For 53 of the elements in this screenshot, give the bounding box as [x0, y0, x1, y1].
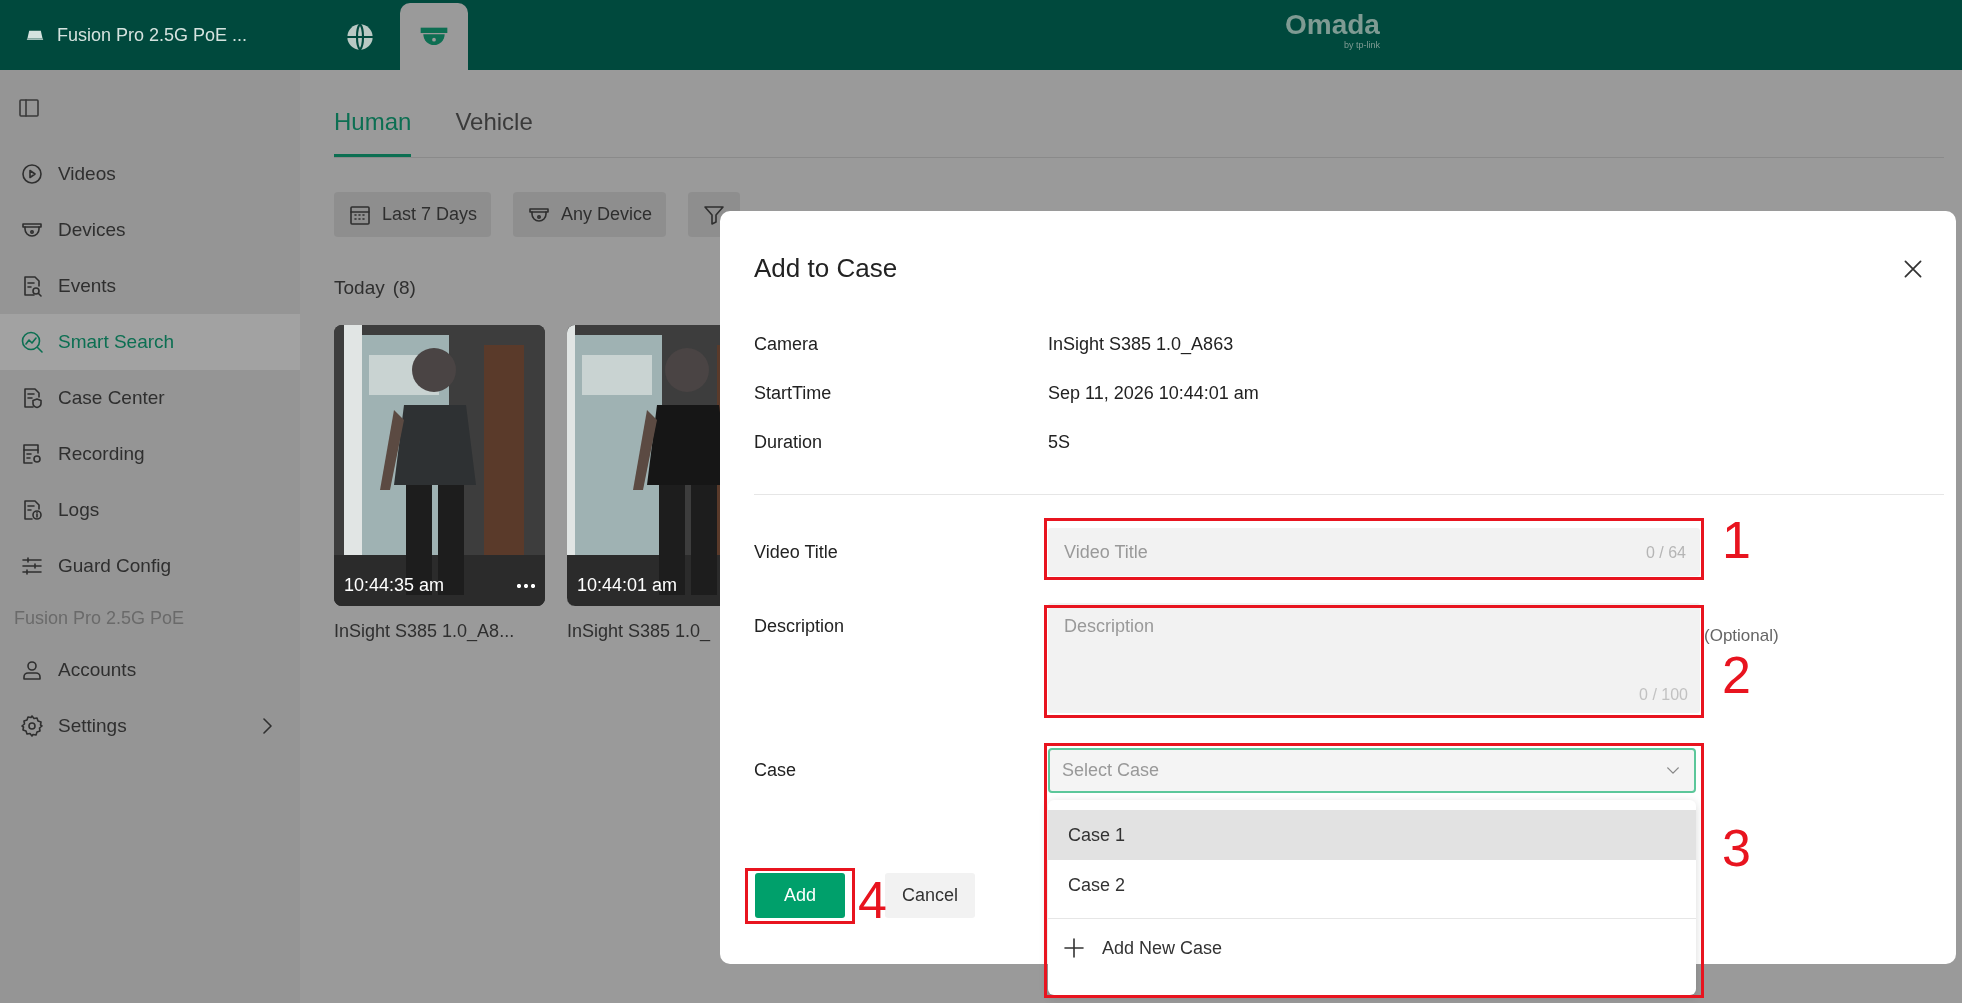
- sliders-icon: [20, 554, 44, 578]
- sidebar-item[interactable]: Settings: [0, 698, 300, 754]
- select-field[interactable]: Select Case: [1048, 748, 1696, 793]
- dropdown-option[interactable]: Case 2: [1048, 860, 1696, 910]
- settings-icon: [20, 714, 44, 738]
- sidebar-item[interactable]: Events: [0, 258, 300, 314]
- cancel-button[interactable]: Cancel: [885, 873, 975, 918]
- annotation-number: 3: [1722, 818, 1751, 878]
- clip-time: 10:44:01 am: [577, 574, 678, 597]
- logo-subtitle: by tp-link: [1343, 40, 1380, 50]
- sidebar-item[interactable]: Recording: [0, 426, 300, 482]
- field-label: Duration: [754, 430, 824, 454]
- field-label: Camera: [754, 332, 820, 356]
- field-value: Sep 11, 2026 10:44:01 am: [1048, 381, 1259, 405]
- sidebar-item[interactable]: Devices: [0, 202, 300, 258]
- sidebar-item[interactable]: Case Center: [0, 370, 300, 426]
- filter-button[interactable]: Any Device: [513, 192, 667, 237]
- field-label: StartTime: [754, 381, 833, 405]
- tab[interactable]: Vehicle: [455, 104, 533, 157]
- sidebar-item[interactable]: Smart Search: [0, 314, 300, 370]
- clip-time: 10:44:35 am: [344, 574, 445, 597]
- dialog-title: Add to Case: [754, 252, 898, 285]
- optional-note: (Optional): [1704, 625, 1779, 647]
- logo: Omada: [1285, 10, 1380, 40]
- dropdown-option[interactable]: Case 1: [1048, 810, 1696, 860]
- group-count: (8): [392, 276, 416, 300]
- sidebar-item[interactable]: Videos: [0, 146, 300, 202]
- clip-name: InSight S385 1.0_: [567, 619, 712, 644]
- group-label: Today: [334, 276, 385, 300]
- field-label: Description: [754, 615, 846, 638]
- add-new-case-button[interactable]: Add New Case: [1048, 919, 1696, 977]
- play-circle-icon: [20, 162, 44, 186]
- device-name[interactable]: Fusion Pro 2.5G PoE ...: [57, 21, 248, 49]
- field-value: 5S: [1048, 430, 1071, 454]
- field-value: InSight S385 1.0_A863: [1048, 332, 1234, 357]
- trend-search-icon: [20, 330, 44, 354]
- document-gear-icon: [20, 442, 44, 466]
- plus-icon: [1062, 936, 1086, 960]
- sidebar-toggle-icon: [17, 96, 41, 120]
- add-button[interactable]: Add: [755, 873, 845, 918]
- filter-button[interactable]: Last 7 Days: [334, 192, 492, 237]
- field-label: Video Title: [754, 540, 839, 564]
- chevron-down-icon: [1666, 767, 1680, 774]
- sidebar-item[interactable]: Guard Config: [0, 538, 300, 594]
- char-counter: 0 / 64: [1645, 543, 1686, 563]
- annotation-number: 4: [858, 870, 887, 930]
- person-icon: [20, 658, 44, 682]
- sidebar-item[interactable]: Logs: [0, 482, 300, 538]
- field-label: Case: [754, 759, 798, 782]
- annotation-number: 2: [1722, 645, 1751, 705]
- sidebar-item[interactable]: Accounts: [0, 642, 300, 698]
- annotation-number: 1: [1722, 510, 1751, 570]
- clip-name: InSight S385 1.0_A8...: [334, 619, 516, 644]
